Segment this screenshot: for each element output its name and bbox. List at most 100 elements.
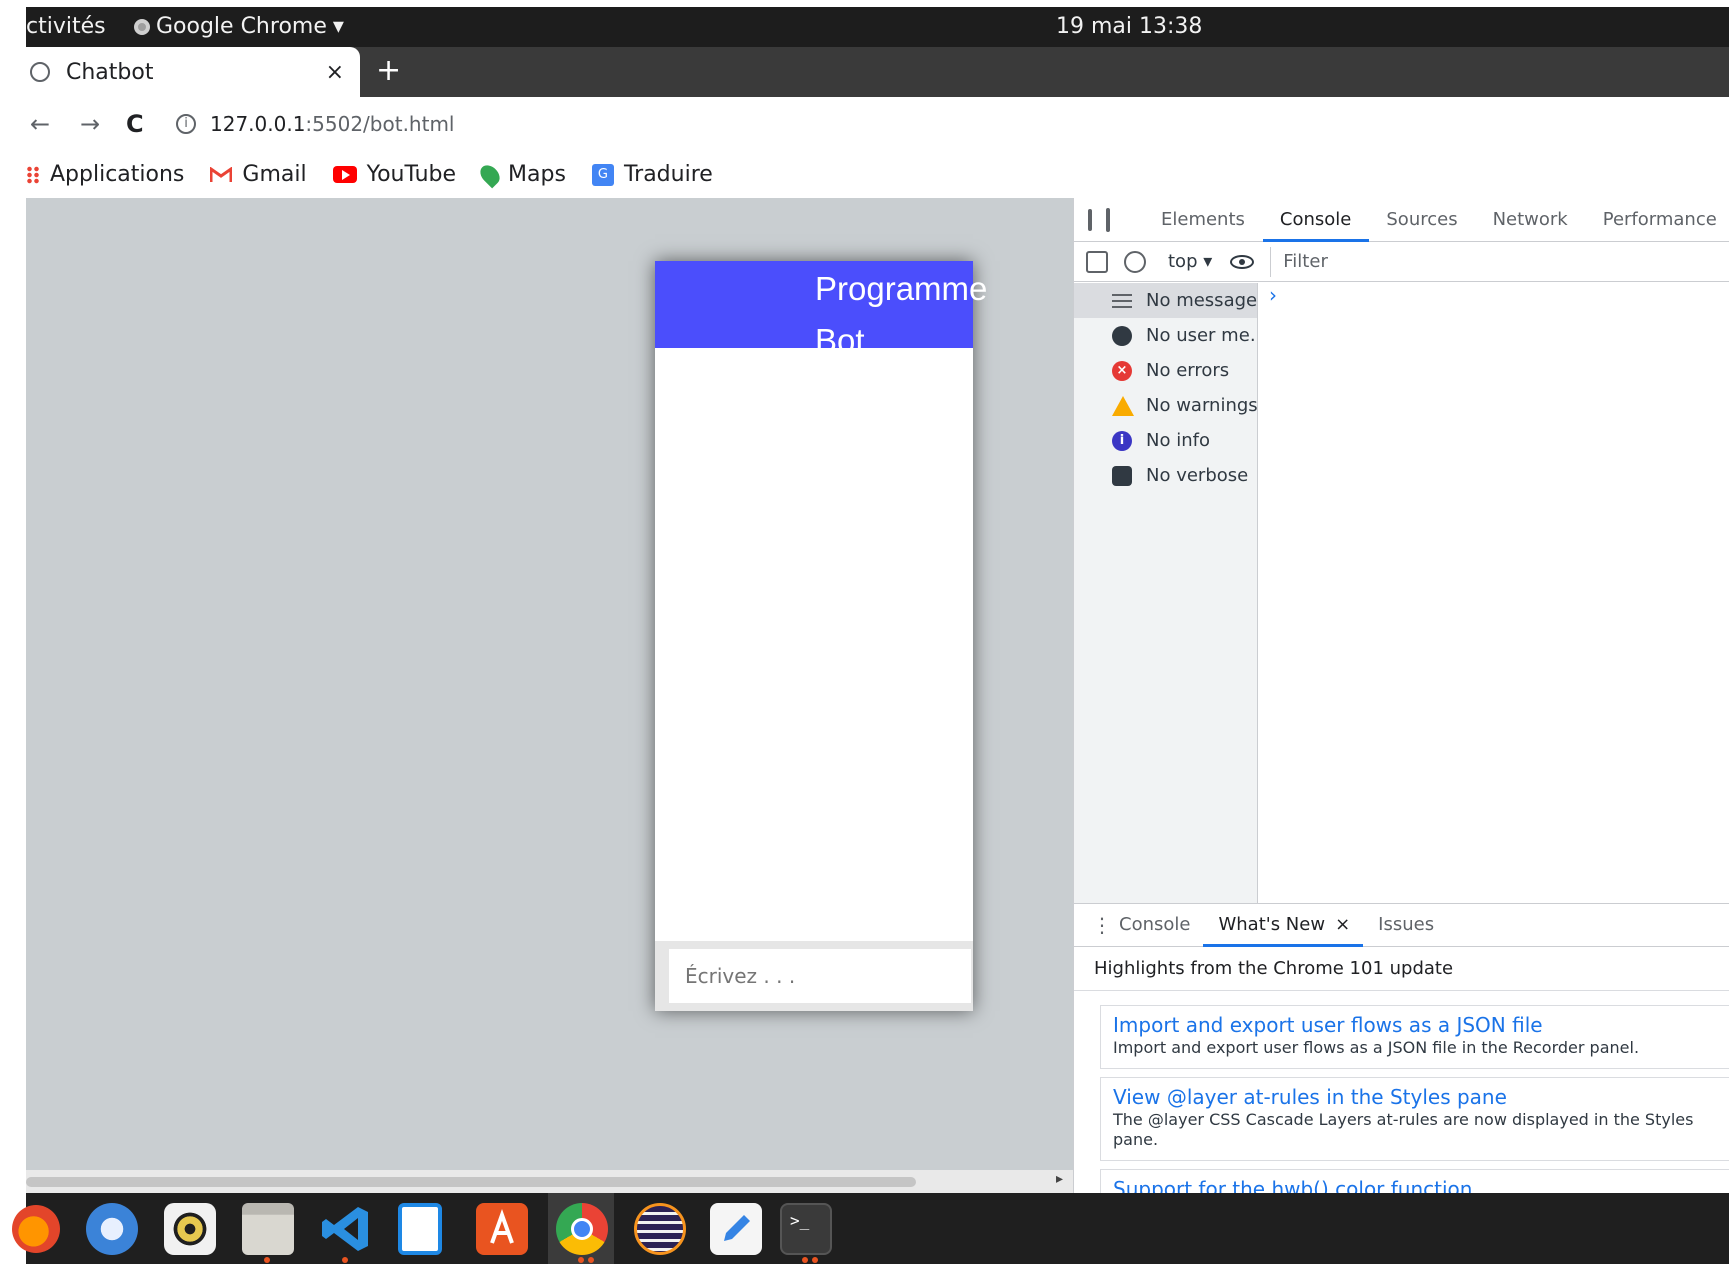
eclipse-icon[interactable] bbox=[634, 1203, 686, 1255]
error-icon: × bbox=[1112, 360, 1132, 381]
clock[interactable]: 19 mai 13:38 bbox=[1056, 14, 1202, 39]
clear-console-icon[interactable] bbox=[1124, 250, 1146, 273]
close-icon[interactable]: × bbox=[326, 60, 344, 85]
youtube-icon bbox=[332, 166, 357, 183]
sidebar-item-warnings[interactable]: No warnings bbox=[1074, 388, 1257, 423]
whats-new-card[interactable]: Support for the hwb() color function bbox=[1100, 1169, 1729, 1193]
whats-new-desc: The @layer CSS Cascade Layers at-rules a… bbox=[1113, 1110, 1694, 1149]
bookmark-applications[interactable]: Applications bbox=[26, 162, 184, 187]
system-top-bar: ctivités Google Chrome ▾ 19 mai 13:38 bbox=[26, 7, 1729, 47]
pencil-glyph bbox=[724, 1215, 750, 1241]
page-viewport: Programme Bot ▸ bbox=[26, 198, 1073, 1193]
running-indicator bbox=[264, 1257, 270, 1263]
tab-console[interactable]: Console bbox=[1262, 198, 1370, 242]
new-tab-button[interactable]: + bbox=[376, 53, 401, 88]
chevron-down-icon: ▾ bbox=[332, 14, 344, 39]
scroll-right-arrow[interactable]: ▸ bbox=[1056, 1171, 1063, 1187]
chatbot-window: Programme Bot bbox=[655, 261, 987, 1011]
whats-new-card[interactable]: Import and export user flows as a JSON f… bbox=[1100, 1005, 1729, 1069]
whats-new-list: Import and export user flows as a JSON f… bbox=[1074, 990, 1729, 1193]
whats-new-card[interactable]: View @layer at-rules in the Styles pane … bbox=[1100, 1077, 1729, 1161]
horizontal-scrollbar[interactable]: ▸ bbox=[26, 1170, 1073, 1193]
firefox-icon[interactable] bbox=[12, 1205, 60, 1253]
info-icon: i bbox=[1112, 430, 1132, 451]
tab-performance[interactable]: Performance bbox=[1586, 198, 1729, 242]
sidebar-item-label: No info bbox=[1146, 430, 1210, 451]
user-icon bbox=[1112, 325, 1132, 346]
bookmark-gmail[interactable]: Gmail bbox=[210, 162, 307, 187]
chat-footer bbox=[655, 941, 973, 1011]
close-icon[interactable]: × bbox=[1335, 914, 1350, 935]
more-options-icon[interactable]: ⋮ bbox=[1092, 913, 1112, 937]
bookmark-label: Traduire bbox=[623, 162, 713, 187]
app-menu[interactable]: Google Chrome ▾ bbox=[134, 14, 344, 39]
running-indicator bbox=[588, 1257, 594, 1263]
tab-sources[interactable]: Sources bbox=[1369, 198, 1475, 242]
bookmark-maps[interactable]: Maps bbox=[476, 161, 566, 188]
console-prompt[interactable]: › bbox=[1269, 283, 1277, 307]
drawer-tab-label: What's New bbox=[1218, 914, 1326, 935]
translate-icon: G bbox=[591, 163, 614, 186]
url-path: :5502/bot.html bbox=[305, 112, 455, 136]
sidebar-item-info[interactable]: i No info bbox=[1074, 423, 1257, 458]
browser-tab[interactable]: Chatbot × bbox=[26, 47, 360, 97]
sidebar-item-label: No user me… bbox=[1146, 325, 1257, 346]
drawer-tab-console[interactable]: Console bbox=[1104, 903, 1203, 947]
libreoffice-writer-icon[interactable] bbox=[398, 1203, 442, 1255]
context-selector[interactable]: top ▾ bbox=[1168, 251, 1212, 272]
chat-input[interactable] bbox=[669, 949, 971, 1003]
devtools-tabbar: Elements Console Sources Network Perform… bbox=[1074, 198, 1729, 242]
back-button[interactable]: ← bbox=[30, 110, 70, 138]
sidebar-toggle-icon[interactable] bbox=[1086, 250, 1108, 273]
terminal-icon[interactable]: >_ bbox=[780, 1203, 832, 1255]
address-bar[interactable]: i 127.0.0.1:5502/bot.html bbox=[176, 104, 454, 144]
rhythmbox-icon[interactable] bbox=[164, 1203, 216, 1255]
bookmarks-bar: Applications Gmail YouTube Maps G Tradui… bbox=[26, 151, 1729, 198]
highlights-title: Highlights from the Chrome 101 update bbox=[1094, 958, 1454, 979]
activities-button[interactable]: ctivités bbox=[26, 14, 106, 39]
chrome-icon bbox=[134, 18, 150, 35]
reload-button[interactable]: C bbox=[126, 110, 176, 138]
inspect-element-icon[interactable] bbox=[1088, 208, 1092, 231]
bookmark-label: Gmail bbox=[242, 162, 307, 187]
device-toolbar-icon[interactable] bbox=[1106, 207, 1110, 232]
whats-new-title[interactable]: Import and export user flows as a JSON f… bbox=[1113, 1012, 1720, 1038]
bookmark-youtube[interactable]: YouTube bbox=[332, 162, 456, 187]
whats-new-desc: Import and export user flows as a JSON f… bbox=[1113, 1038, 1640, 1057]
thunderbird-icon[interactable] bbox=[86, 1203, 138, 1255]
tab-network[interactable]: Network bbox=[1476, 198, 1586, 242]
chatbot-header: Programme Bot bbox=[655, 261, 987, 359]
scrollbar-thumb[interactable] bbox=[26, 1177, 916, 1187]
drawer-tab-issues[interactable]: Issues bbox=[1363, 903, 1447, 947]
warning-icon bbox=[1112, 395, 1134, 416]
chrome-center bbox=[571, 1218, 593, 1240]
dock: >_ bbox=[12, 1193, 1729, 1264]
sidebar-item-errors[interactable]: × No errors bbox=[1074, 353, 1257, 388]
running-indicator bbox=[578, 1257, 584, 1263]
letter-a-glyph bbox=[490, 1209, 514, 1244]
globe-icon bbox=[30, 62, 50, 82]
sidebar-item-user-messages[interactable]: No user me… bbox=[1074, 318, 1257, 353]
whats-new-title[interactable]: Support for the hwb() color function bbox=[1113, 1176, 1720, 1193]
bookmark-traduire[interactable]: G Traduire bbox=[591, 162, 713, 187]
sidebar-item-messages[interactable]: No messages bbox=[1074, 283, 1257, 318]
sidebar-item-verbose[interactable]: No verbose bbox=[1074, 458, 1257, 493]
chat-messages bbox=[655, 348, 973, 941]
devtools-panel: Elements Console Sources Network Perform… bbox=[1073, 198, 1729, 1193]
vscode-icon[interactable] bbox=[320, 1203, 372, 1255]
tab-strip: Chatbot × + bbox=[26, 47, 1729, 97]
tab-elements[interactable]: Elements bbox=[1144, 198, 1263, 242]
vscode-glyph bbox=[322, 1207, 368, 1251]
info-icon[interactable]: i bbox=[176, 114, 196, 134]
chrome-icon[interactable] bbox=[556, 1203, 608, 1255]
bookmark-label: Applications bbox=[50, 162, 185, 187]
whats-new-title[interactable]: View @layer at-rules in the Styles pane bbox=[1113, 1084, 1720, 1110]
files-icon[interactable] bbox=[242, 1203, 294, 1255]
software-icon[interactable] bbox=[476, 1203, 528, 1255]
forward-button[interactable]: → bbox=[80, 110, 126, 138]
drawer-tab-whats-new[interactable]: What's New × bbox=[1203, 903, 1364, 947]
text-editor-icon[interactable] bbox=[710, 1203, 762, 1255]
filter-input[interactable]: Filter bbox=[1270, 246, 1680, 277]
eye-icon[interactable] bbox=[1230, 254, 1255, 269]
sidebar-item-label: No errors bbox=[1146, 360, 1230, 381]
